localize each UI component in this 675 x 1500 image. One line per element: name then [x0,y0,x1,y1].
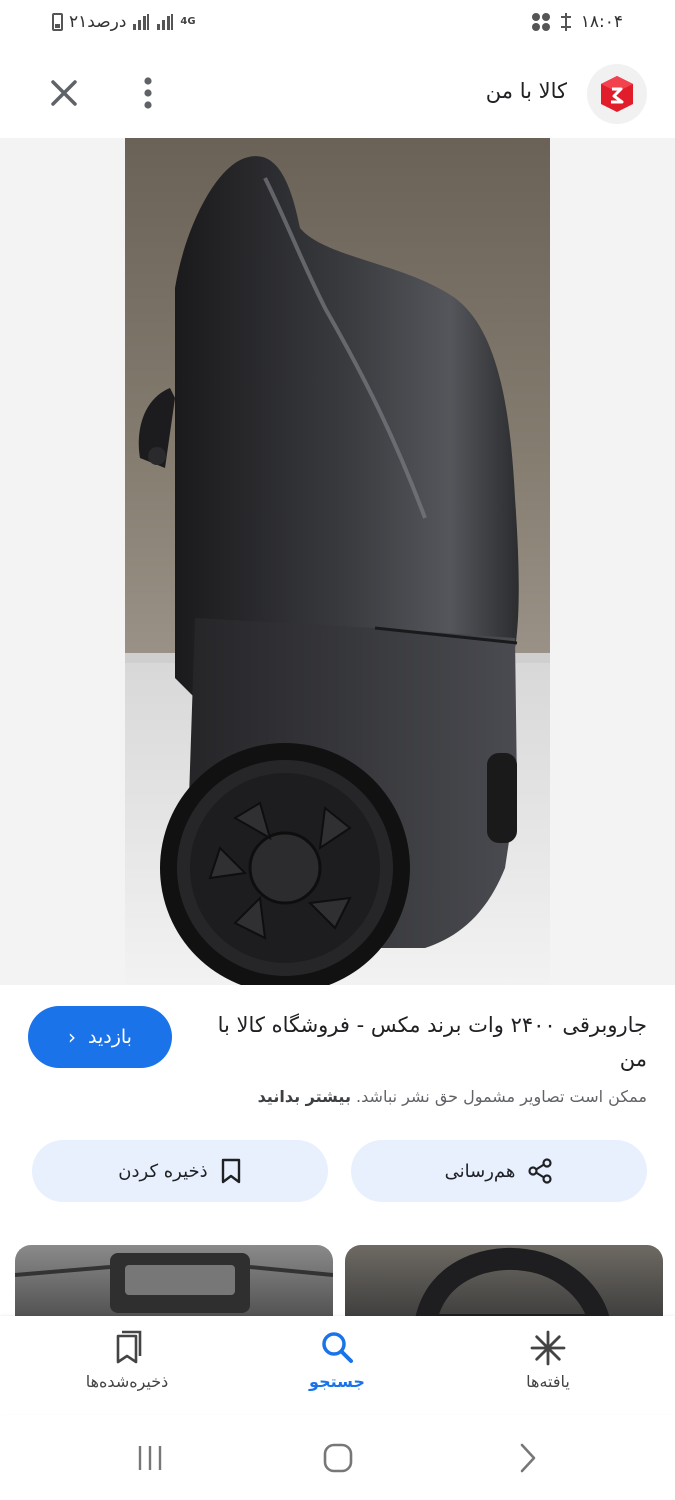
more-options-button[interactable] [130,73,166,113]
save-button[interactable]: ذخیره کردن [32,1140,328,1202]
network-type: 4G [180,16,196,27]
nav-saved[interactable]: ذخیره‌شده‌ها [57,1330,197,1410]
vacuum-cleaner-photo [125,138,550,985]
status-right: ۱۸:۰۴ [531,12,623,32]
nav-found-label: یافته‌ها [526,1372,570,1391]
system-navigation-bar [0,1415,675,1500]
back-icon [520,1443,536,1473]
signal-icon-2 [157,14,174,30]
related-image-thumbnail[interactable] [15,1245,333,1325]
search-icon [322,1332,353,1363]
battery-icon [52,13,63,31]
result-title[interactable]: جاروبرقی ۲۴۰۰ وات برند مکس - فروشگاه کال… [217,1008,647,1076]
home-button[interactable] [322,1442,354,1474]
copyright-notice: ممکن است تصاویر مشمول حق نشر نباشد. بیشت… [258,1087,647,1106]
related-image-thumbnail[interactable] [345,1245,663,1325]
home-icon [323,1443,353,1473]
asterisk-icon [530,1330,566,1366]
signal-icon [133,14,150,30]
notice-text: ممکن است تصاویر مشمول حق نشر نباشد. [356,1087,647,1106]
share-icon [528,1158,552,1184]
more-vert-icon [144,77,152,109]
battery-text: ۲۱درصد [69,12,127,32]
notification-icon [531,13,550,31]
learn-more-link[interactable]: بیشتر بدانید [258,1087,351,1106]
close-icon [51,80,77,106]
image-preview-area[interactable] [0,138,675,985]
nav-search-label: جستجو [309,1372,365,1391]
nav-discover[interactable]: یافته‌ها [478,1330,618,1410]
site-logo[interactable] [587,64,647,124]
store-logo-icon [601,76,633,112]
vacuum-top-photo [413,1247,612,1325]
save-label: ذخیره کردن [118,1160,208,1182]
product-image[interactable] [125,138,550,985]
share-label: هم‌رسانی [444,1160,516,1182]
recent-apps-button[interactable] [135,1443,165,1473]
visit-label: بازدید [88,1026,132,1048]
settings-icon [560,13,571,31]
status-left: ۲۱درصد 4G [52,12,196,32]
nav-saved-label: ذخیره‌شده‌ها [85,1372,169,1391]
close-button[interactable] [44,73,84,113]
collections-icon [116,1330,142,1364]
recent-apps-icon [138,1446,162,1470]
image-viewer-page: ۲۱درصد 4G ۱۸:۰۴ کالا با من جاروبرقی ۲۴۰۰… [0,0,675,1500]
share-button[interactable]: هم‌رسانی [351,1140,647,1202]
nav-search[interactable]: جستجو [267,1330,407,1410]
chevron-right-icon: › [68,1025,76,1049]
viewer-header: کالا با من [0,55,675,135]
status-bar: ۲۱درصد 4G ۱۸:۰۴ [0,0,675,50]
clock-text: ۱۸:۰۴ [580,12,623,32]
site-name[interactable]: کالا با من [486,79,567,103]
back-button[interactable] [512,1441,542,1475]
bookmark-icon [221,1158,240,1184]
bottom-navigation: ذخیره‌شده‌ها جستجو یافته‌ها [0,1316,675,1414]
visit-button[interactable]: › بازدید [28,1006,172,1068]
handle-photo [15,1253,333,1313]
